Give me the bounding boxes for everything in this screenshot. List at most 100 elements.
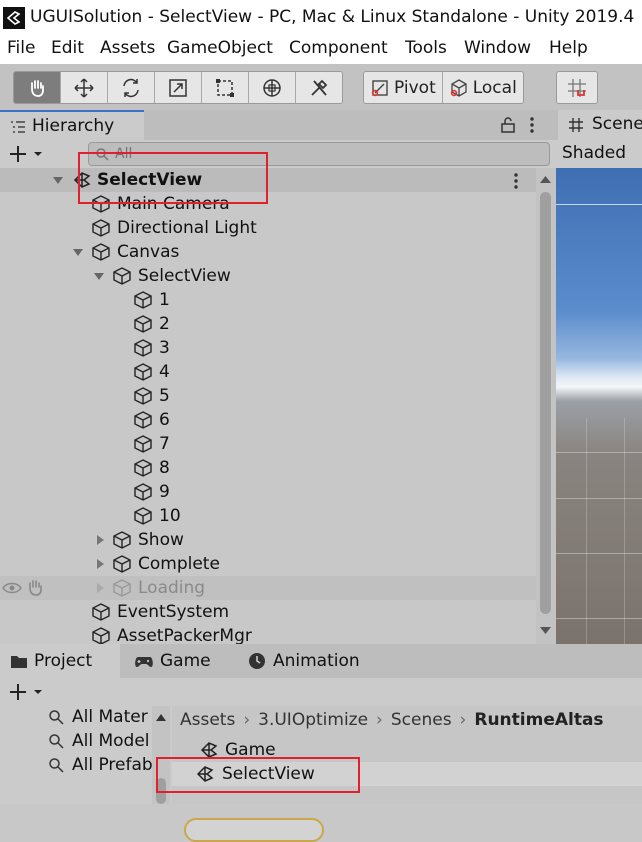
scene-grid-line <box>556 553 642 554</box>
pivot-icon <box>371 79 388 96</box>
plus-dropdown-icon <box>10 146 42 162</box>
gameobject-cube-icon <box>133 434 153 454</box>
hierarchy-search-field[interactable] <box>88 142 550 166</box>
menu-gameobject[interactable]: GameObject <box>167 38 273 58</box>
custom-tool-button[interactable] <box>296 72 342 103</box>
scene-grid-line <box>586 418 587 644</box>
hierarchy-item[interactable]: 6 <box>0 408 536 432</box>
hierarchy-item[interactable]: EventSystem <box>0 600 536 624</box>
menu-assets[interactable]: Assets <box>100 38 155 58</box>
hierarchy-item[interactable]: Main Camera <box>0 192 536 216</box>
menu-window[interactable]: Window <box>464 38 531 58</box>
scene-kebab-icon[interactable] <box>512 172 520 190</box>
menu-tools[interactable]: Tools <box>405 38 447 58</box>
snap-group <box>556 71 598 104</box>
scene-name: SelectView <box>97 170 203 190</box>
pickable-hand-icon[interactable] <box>26 579 46 597</box>
expand-arrow-icon[interactable] <box>72 246 84 258</box>
favorites-scroll-thumb[interactable] <box>156 778 166 804</box>
hierarchy-item[interactable]: 5 <box>0 384 536 408</box>
project-create-dropdown[interactable] <box>8 682 48 702</box>
hierarchy-item[interactable]: 10 <box>0 504 536 528</box>
tab-hierarchy[interactable]: Hierarchy <box>0 110 144 140</box>
rect-tool-button[interactable] <box>202 72 249 103</box>
gameobject-cube-icon <box>91 242 111 262</box>
scroll-up-icon[interactable] <box>539 174 552 184</box>
scroll-down-icon[interactable] <box>539 626 552 636</box>
hierarchy-search-input[interactable] <box>115 143 535 165</box>
asset-item-selected[interactable]: SelectView <box>172 762 642 842</box>
grid-snap-button[interactable] <box>557 72 597 103</box>
hierarchy-item[interactable]: SelectView <box>0 264 536 288</box>
game-tab-label: Game <box>160 651 211 671</box>
shading-mode-dropdown[interactable]: Shaded <box>562 143 626 163</box>
favorites-scrollbar[interactable] <box>152 706 170 804</box>
selection-outline <box>184 818 324 842</box>
tab-scene[interactable]: Scene <box>558 110 642 140</box>
collapsed-arrow-icon[interactable] <box>94 582 106 594</box>
move-tool-button[interactable] <box>61 72 108 103</box>
tab-animation[interactable]: Animation <box>236 644 376 678</box>
search-icon <box>48 733 64 749</box>
hierarchy-item[interactable]: 9 <box>0 480 536 504</box>
project-assets-panel: Assets › 3.UIOptimize › Scenes › RuntimeAltas … <box>172 706 642 842</box>
hierarchy-search-row <box>0 140 556 168</box>
hierarchy-item[interactable]: Complete <box>0 552 536 576</box>
collapsed-arrow-icon[interactable] <box>94 534 106 546</box>
hierarchy-item[interactable]: Canvas <box>0 240 536 264</box>
pivot-button[interactable]: Pivot <box>364 72 443 103</box>
menu-component[interactable]: Component <box>289 38 388 58</box>
create-dropdown-button[interactable] <box>8 144 48 164</box>
hierarchy-item[interactable]: 3 <box>0 336 536 360</box>
pivot-local-group: Pivot Local <box>363 71 524 104</box>
rotate-tool-button[interactable] <box>108 72 155 103</box>
scroll-up-icon[interactable] <box>155 712 167 722</box>
lock-icon[interactable] <box>500 116 516 134</box>
breadcrumb-item[interactable]: Assets <box>180 710 235 730</box>
hierarchy-item[interactable]: 1 <box>0 288 536 312</box>
hierarchy-scrollbar[interactable] <box>536 168 556 644</box>
hierarchy-item[interactable]: Show <box>0 528 536 552</box>
expand-arrow-icon[interactable] <box>93 270 105 282</box>
transform-tools <box>13 71 343 104</box>
folder-icon <box>10 655 28 669</box>
menu-edit[interactable]: Edit <box>51 38 84 58</box>
hierarchy-item[interactable]: 7 <box>0 432 536 456</box>
asset-item[interactable]: Game <box>172 738 642 762</box>
scene-row[interactable]: SelectView <box>0 168 536 192</box>
gameobject-cube-icon <box>91 218 111 238</box>
transform-tool-button[interactable] <box>249 72 296 103</box>
scale-tool-button[interactable] <box>155 72 202 103</box>
expand-arrow-icon[interactable] <box>52 174 64 186</box>
hierarchy-item[interactable]: AssetPackerMgr <box>0 624 536 644</box>
hand-tool-button[interactable] <box>14 72 61 103</box>
asset-label: SelectView <box>222 764 315 784</box>
breadcrumb-item[interactable]: 3.UIOptimize <box>258 710 368 730</box>
hierarchy-item-inactive[interactable]: Loading <box>0 576 536 600</box>
gameobject-cube-icon <box>133 458 153 478</box>
local-cube-icon <box>450 78 467 97</box>
hierarchy-scroll-thumb[interactable] <box>540 192 551 614</box>
menu-file[interactable]: File <box>7 38 35 58</box>
collapsed-arrow-icon[interactable] <box>94 558 106 570</box>
local-button[interactable]: Local <box>442 72 523 103</box>
hierarchy-item-label: SelectView <box>138 266 231 286</box>
unity-logo-icon <box>3 7 25 29</box>
visibility-eye-icon[interactable] <box>2 581 22 595</box>
hierarchy-item[interactable]: Directional Light <box>0 216 536 240</box>
tab-project[interactable]: Project <box>0 644 120 678</box>
kebab-menu-icon[interactable] <box>528 116 536 134</box>
gameobject-cube-icon <box>133 314 153 334</box>
breadcrumb-current[interactable]: RuntimeAltas <box>474 710 603 730</box>
hierarchy-item[interactable]: 4 <box>0 360 536 384</box>
unity-scene-icon <box>200 741 218 759</box>
hierarchy-item-label: Loading <box>138 578 206 598</box>
menu-help[interactable]: Help <box>549 38 588 58</box>
scene-viewport[interactable] <box>556 168 642 644</box>
gameobject-cube-icon <box>133 410 153 430</box>
tab-game[interactable]: Game <box>122 644 232 678</box>
hierarchy-item[interactable]: 8 <box>0 456 536 480</box>
project-toolbar <box>0 678 642 706</box>
breadcrumb-item[interactable]: Scenes <box>391 710 452 730</box>
hierarchy-item[interactable]: 2 <box>0 312 536 336</box>
